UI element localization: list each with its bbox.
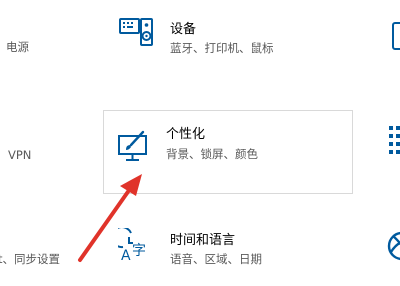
time-language-tile-subtitle: 语音、区域、日期 bbox=[170, 252, 262, 266]
tile-gaming-partial[interactable] bbox=[380, 210, 400, 286]
tile-accounts-partial[interactable]: t、同步设置 bbox=[0, 210, 80, 286]
personalization-tile-title: 个性化 bbox=[166, 127, 206, 142]
tile-vpn-partial[interactable]: VPN bbox=[0, 110, 80, 200]
svg-text:A: A bbox=[121, 248, 131, 262]
tile-devices[interactable]: 设备 蓝牙、打印机、鼠标 bbox=[104, 0, 354, 90]
tile-personalization[interactable]: 个性化 背景、锁屏、颜色 bbox=[103, 110, 353, 194]
devices-tile-title: 设备 bbox=[170, 22, 197, 37]
xbox-icon bbox=[386, 230, 400, 264]
time-language-tile-title: 时间和语言 bbox=[170, 233, 236, 248]
phone-icon bbox=[392, 22, 400, 52]
monitor-brush-icon bbox=[116, 129, 150, 163]
clock-language-icon: A 字 bbox=[118, 228, 152, 262]
network-tile-subtitle: 电源 bbox=[6, 40, 29, 54]
settings-home-grid: 电源 VPN t、同步设置 设备 蓝牙、打印机、鼠标 个性化 背景、锁屏、颜色 … bbox=[0, 0, 400, 286]
svg-text:字: 字 bbox=[132, 243, 146, 259]
devices-tile-subtitle: 蓝牙、打印机、鼠标 bbox=[170, 41, 274, 55]
tile-network-partial[interactable]: 电源 bbox=[0, 0, 80, 90]
apps-list-icon bbox=[388, 124, 400, 156]
tile-apps-partial[interactable] bbox=[380, 110, 400, 194]
accounts-tile-subtitle: t、同步设置 bbox=[0, 252, 61, 266]
tile-time-language[interactable]: A 字 时间和语言 语音、区域、日期 bbox=[104, 210, 354, 286]
vpn-tile-subtitle: VPN bbox=[8, 148, 32, 162]
keyboard-speaker-icon bbox=[118, 16, 154, 50]
tile-phone-partial[interactable] bbox=[380, 0, 400, 90]
personalization-tile-subtitle: 背景、锁屏、颜色 bbox=[166, 147, 258, 161]
